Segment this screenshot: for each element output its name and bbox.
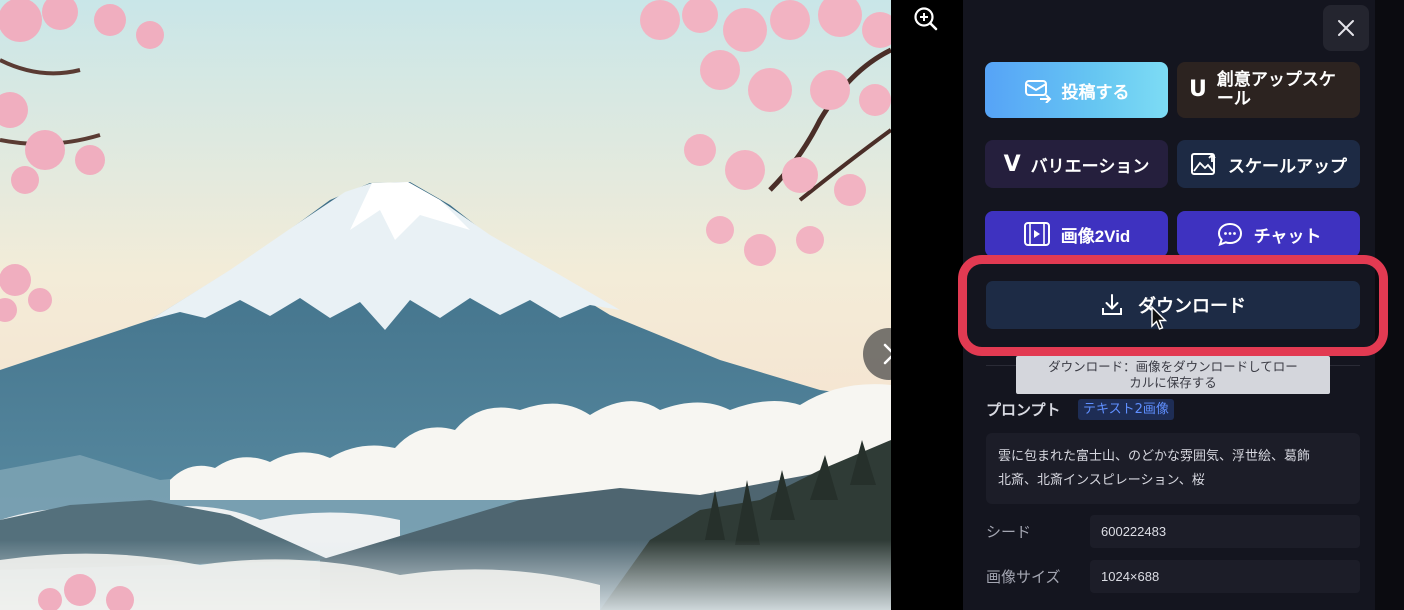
close-button[interactable] bbox=[1323, 5, 1369, 51]
chevron-right-icon bbox=[883, 343, 891, 365]
tooltip-line-1: ダウンロード：画像をダウンロードしてロー bbox=[1048, 359, 1298, 374]
viewer-gutter bbox=[891, 0, 963, 610]
prompt-line-1: 雲に包まれた富士山、のどかな雰囲気、浮世絵、葛飾 bbox=[998, 449, 1311, 464]
tooltip-line-2: カルに保存する bbox=[1129, 375, 1217, 390]
zoom-in-icon bbox=[914, 7, 938, 31]
upscale-letter-icon: U bbox=[1189, 76, 1207, 102]
variation-label: バリエーション bbox=[1030, 156, 1150, 176]
download-icon bbox=[1102, 294, 1122, 315]
zoom-button[interactable] bbox=[911, 4, 941, 34]
creative-upscale-button[interactable]: U 創意アップスケール bbox=[1177, 62, 1360, 118]
variation-button[interactable]: V バリエーション bbox=[985, 140, 1168, 188]
chat-label: チャット bbox=[1253, 226, 1322, 246]
img2vid-button[interactable]: 画像2Vid bbox=[985, 211, 1168, 257]
prompt-line-2: 北斎、北斎インスピレーション、桜 bbox=[998, 473, 1205, 488]
close-icon bbox=[1338, 20, 1354, 36]
generated-image bbox=[0, 0, 891, 610]
scale-up-button[interactable]: スケールアップ bbox=[1177, 140, 1360, 188]
chat-bubble-icon bbox=[1216, 221, 1244, 247]
download-tooltip: ダウンロード：画像をダウンロードしてロー カルに保存する bbox=[1016, 356, 1330, 394]
chat-button[interactable]: チャット bbox=[1177, 211, 1360, 257]
image-size-label: 画像サイズ bbox=[986, 568, 1061, 586]
image-viewer bbox=[0, 0, 891, 610]
seed-value-field[interactable]: 600222483 bbox=[1090, 515, 1360, 548]
post-button-label: 投稿する bbox=[1061, 82, 1130, 102]
prompt-type-badge: テキスト2画像 bbox=[1078, 399, 1174, 420]
prompt-text-box[interactable]: 雲に包まれた富士山、のどかな雰囲気、浮世絵、葛飾 北斎、北斎インスピレーション、… bbox=[986, 433, 1360, 504]
mouse-cursor-icon bbox=[1151, 306, 1168, 330]
image-size-value-field[interactable]: 1024×688 bbox=[1090, 560, 1360, 593]
prompt-heading: プロンプト bbox=[986, 401, 1061, 419]
download-button[interactable]: ダウンロード bbox=[986, 281, 1360, 329]
post-button[interactable]: 投稿する bbox=[985, 62, 1168, 118]
video-play-icon bbox=[1023, 221, 1051, 247]
img2vid-label: 画像2Vid bbox=[1060, 226, 1131, 246]
seed-label: シード bbox=[986, 523, 1032, 541]
creative-upscale-label: 創意アップスケール bbox=[1216, 70, 1336, 108]
image-upscale-icon bbox=[1190, 151, 1218, 177]
variation-letter-icon: V bbox=[1003, 151, 1021, 177]
post-icon bbox=[1024, 77, 1052, 103]
scale-up-label: スケールアップ bbox=[1228, 156, 1347, 176]
